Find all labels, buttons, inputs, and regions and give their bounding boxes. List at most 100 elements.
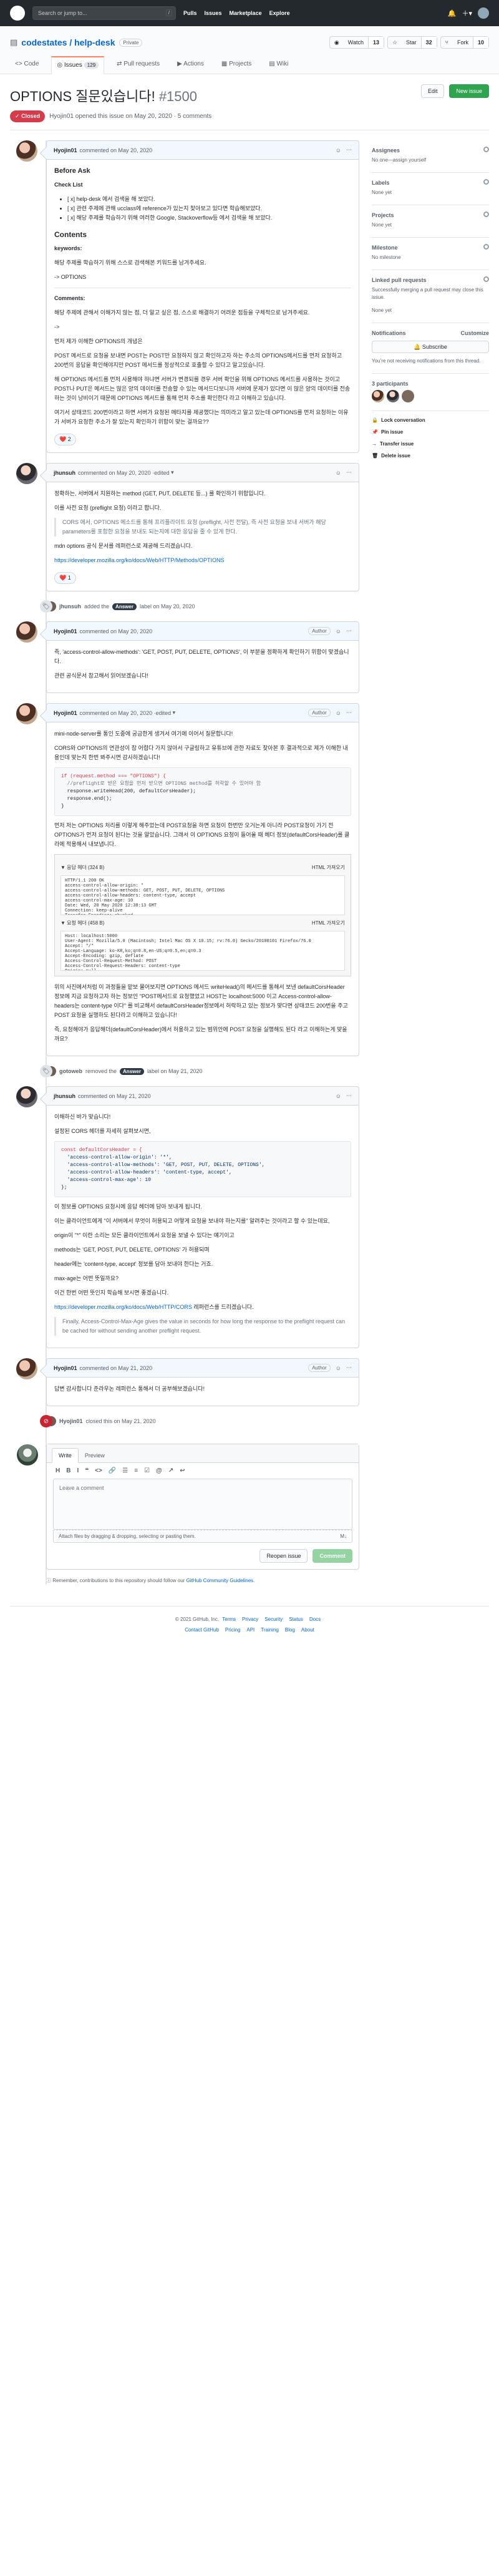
comment-button[interactable]: Comment — [312, 1549, 352, 1563]
smiley-icon[interactable]: ☺ — [336, 628, 341, 634]
link-icon[interactable]: 🔗 — [109, 1467, 116, 1474]
tab-wiki[interactable]: ▤ Wiki — [264, 56, 293, 74]
reference-icon[interactable]: ↗ — [168, 1467, 173, 1474]
edit-button[interactable]: Edit — [420, 84, 445, 98]
new-issue-button[interactable]: New issue — [449, 84, 489, 98]
write-tab[interactable]: Write — [52, 1448, 79, 1463]
avatar[interactable] — [478, 7, 489, 19]
preview-tab[interactable]: Preview — [79, 1449, 111, 1462]
star-button[interactable]: ☆ Star 32 — [387, 36, 437, 49]
smiley-icon[interactable]: ☺ — [336, 1093, 341, 1099]
github-logo-icon[interactable] — [10, 6, 25, 21]
fork-count[interactable]: 10 — [472, 37, 488, 48]
delete-issue-action[interactable]: 🗑 Delete issue — [372, 453, 489, 459]
assignees-title[interactable]: Assignees — [372, 147, 489, 153]
comment-textarea[interactable]: Leave a comment — [53, 1479, 352, 1530]
watch-button[interactable]: ◉ Watch 13 — [329, 36, 384, 49]
answer-label[interactable]: Answer — [112, 603, 137, 610]
nav-issues[interactable]: Issues — [205, 10, 222, 16]
footer-about-link[interactable]: About — [301, 1627, 314, 1633]
footer-training-link[interactable]: Training — [261, 1627, 279, 1633]
footer-pricing-link[interactable]: Pricing — [225, 1627, 240, 1633]
smiley-icon[interactable]: ☺ — [336, 470, 341, 476]
kebab-icon[interactable]: ⋯ — [346, 469, 352, 476]
watch-count[interactable]: 13 — [367, 37, 384, 48]
comment-author[interactable]: Hyojin01 — [54, 147, 77, 153]
bullet-list-icon[interactable]: ☰ — [122, 1467, 128, 1474]
repository-title[interactable]: codestates / help-desk — [21, 37, 115, 47]
avatar[interactable] — [16, 703, 37, 724]
footer-docs-link[interactable]: Docs — [309, 1616, 321, 1622]
transfer-issue-action[interactable]: → Transfer issue — [372, 441, 489, 447]
attachment-dropzone[interactable]: Attach files by dragging & dropping, sel… — [53, 1530, 352, 1543]
code-icon[interactable]: <> — [95, 1467, 102, 1474]
footer-contact-link[interactable]: Contact GitHub — [185, 1627, 219, 1633]
mention-icon[interactable]: @ — [156, 1467, 162, 1474]
reopen-issue-button[interactable]: Reopen issue — [259, 1549, 308, 1563]
assignees-value[interactable]: No one—assign yourself — [372, 157, 489, 164]
avatar[interactable] — [402, 390, 414, 402]
comment-date[interactable]: commented on May 21, 2020 — [78, 1093, 151, 1099]
avatar[interactable] — [16, 140, 37, 162]
comment-author[interactable]: jhunsuh — [54, 470, 75, 476]
kebab-icon[interactable]: ⋯ — [346, 1364, 352, 1371]
community-guidelines-link[interactable]: GitHub Community Guidelines — [187, 1578, 254, 1583]
projects-title[interactable]: Projects — [372, 212, 489, 218]
kebab-icon[interactable]: ⋯ — [346, 147, 352, 153]
avatar[interactable] — [16, 1358, 37, 1379]
comment-author[interactable]: Hyojin01 — [54, 1365, 77, 1371]
kebab-icon[interactable]: ⋯ — [346, 1092, 352, 1099]
nav-explore[interactable]: Explore — [269, 10, 290, 16]
event-actor[interactable]: gotoweb — [59, 1068, 82, 1074]
footer-terms-link[interactable]: Terms — [222, 1616, 236, 1622]
footer-blog-link[interactable]: Blog — [285, 1627, 295, 1633]
heart-reaction[interactable]: ❤️ 1 — [54, 572, 76, 584]
reply-icon[interactable]: ↩ — [180, 1467, 185, 1474]
edited-dropdown[interactable]: edited — [156, 710, 172, 716]
smiley-icon[interactable]: ☺ — [336, 1365, 341, 1371]
mdn-cors-link[interactable]: https://developer.mozilla.org/ko/docs/We… — [54, 1304, 192, 1310]
avatar[interactable] — [16, 463, 37, 484]
avatar[interactable] — [16, 621, 37, 643]
comment-date[interactable]: commented on May 20, 2020 — [78, 470, 151, 476]
tab-actions[interactable]: ▶ Actions — [172, 56, 209, 74]
avatar[interactable] — [387, 390, 399, 402]
mdn-options-link[interactable]: https://developer.mozilla.org/ko/docs/We… — [54, 557, 224, 563]
task-list-icon[interactable]: ☑ — [144, 1467, 150, 1474]
comment-author[interactable]: jhunsuh — [54, 1093, 75, 1099]
comment-author[interactable]: Hyojin01 — [54, 710, 77, 716]
nav-marketplace[interactable]: Marketplace — [230, 10, 262, 16]
footer-privacy-link[interactable]: Privacy — [242, 1616, 258, 1622]
footer-api-link[interactable]: API — [246, 1627, 254, 1633]
comment-date[interactable]: commented on May 20, 2020 — [80, 710, 153, 716]
avatar[interactable] — [16, 1086, 37, 1107]
milestone-title[interactable]: Milestone — [372, 245, 489, 251]
tab-code[interactable]: <> Code — [10, 56, 44, 74]
tab-issues[interactable]: ◎ Issues 129 — [51, 56, 105, 74]
lock-conversation-action[interactable]: 🔒 Lock conversation — [372, 417, 489, 423]
customize-link[interactable]: Customize — [460, 330, 489, 336]
repo-owner[interactable]: codestates — [21, 37, 67, 47]
gear-icon[interactable] — [483, 179, 489, 185]
subscribe-button[interactable]: 🔔 Subscribe — [372, 341, 489, 353]
gear-icon[interactable] — [483, 244, 489, 250]
numbered-list-icon[interactable]: ≡ — [134, 1467, 138, 1474]
fork-button[interactable]: ⑂ Fork 10 — [440, 36, 489, 49]
gear-icon[interactable] — [483, 147, 489, 152]
event-actor[interactable]: jhunsuh — [59, 603, 81, 610]
labels-title[interactable]: Labels — [372, 180, 489, 186]
answer-label[interactable]: Answer — [120, 1067, 144, 1075]
star-count[interactable]: 32 — [420, 37, 437, 48]
smiley-icon[interactable]: ☺ — [336, 147, 341, 153]
comment-date[interactable]: commented on May 20, 2020 — [80, 628, 153, 634]
bold-icon[interactable]: B — [66, 1467, 70, 1474]
plus-icon[interactable]: ＋▾ — [462, 8, 472, 18]
smiley-icon[interactable]: ☺ — [336, 710, 341, 716]
heading-icon[interactable]: H — [56, 1467, 60, 1474]
nav-pulls[interactable]: Pulls — [183, 10, 197, 16]
footer-status-link[interactable]: Status — [289, 1616, 303, 1622]
markdown-icon[interactable]: M↓ — [340, 1533, 347, 1539]
gear-icon[interactable] — [483, 276, 489, 282]
comment-date[interactable]: commented on May 21, 2020 — [80, 1365, 153, 1371]
italic-icon[interactable]: I — [77, 1467, 79, 1474]
